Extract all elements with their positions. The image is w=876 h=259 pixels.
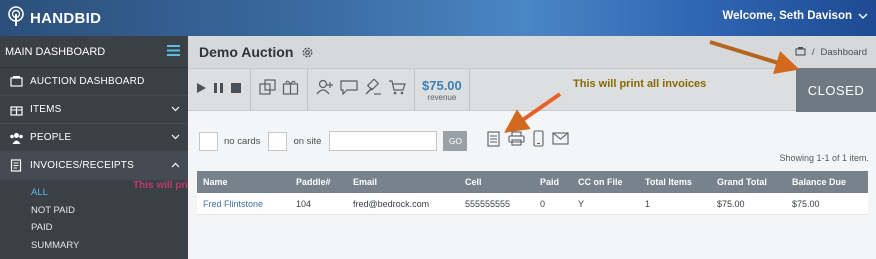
- hamburger-menu-icon[interactable]: [167, 43, 180, 61]
- sidebar-item-label: PEOPLE: [30, 132, 72, 143]
- sidebar-header: MAIN DASHBOARD: [0, 36, 188, 68]
- handbid-logo-icon: [6, 5, 26, 32]
- sidebar-item-label: ITEMS: [30, 104, 62, 115]
- revenue-summary: $75.00 revenue: [415, 69, 470, 110]
- duplicate-icon[interactable]: [259, 79, 276, 100]
- stop-icon[interactable]: [230, 81, 242, 99]
- chat-icon[interactable]: [340, 79, 358, 100]
- home-icon[interactable]: [795, 46, 806, 59]
- chevron-down-icon: [171, 132, 180, 143]
- col-balance-due[interactable]: Balance Due: [786, 177, 868, 187]
- col-grand-total[interactable]: Grand Total: [711, 177, 786, 187]
- add-user-icon[interactable]: [316, 79, 334, 100]
- invoices-subnav: ALL NOT PAID PAID SUMMARY: [0, 180, 188, 254]
- pause-icon[interactable]: [213, 81, 224, 99]
- welcome-text: Welcome, Seth Davison: [722, 10, 852, 22]
- top-bar: HANDBID Welcome, Seth Davison: [0, 0, 876, 36]
- cell-cc-on-file: Y: [578, 198, 585, 209]
- sidebar-item-label: INVOICES/RECEIPTS: [30, 160, 134, 171]
- chevron-down-icon: [858, 10, 868, 22]
- playback-controls: [188, 69, 251, 110]
- print-icon[interactable]: [508, 131, 525, 151]
- sidebar: MAIN DASHBOARD AUCTION DASHBOARD ITEMS P…: [0, 36, 188, 259]
- item-tools: [251, 69, 308, 110]
- sidebar-item-invoices[interactable]: INVOICES/RECEIPTS: [0, 152, 188, 180]
- sidebar-title: MAIN DASHBOARD: [5, 45, 106, 58]
- gear-icon[interactable]: [301, 46, 314, 59]
- people-icon: [8, 132, 24, 144]
- breadcrumb-separator: /: [811, 47, 815, 58]
- sidebar-item-people[interactable]: PEOPLE: [0, 124, 188, 152]
- col-cell[interactable]: Cell: [459, 177, 534, 187]
- col-paid[interactable]: Paid: [534, 177, 572, 187]
- receipt-icon: [8, 159, 24, 172]
- subnav-item-summary[interactable]: SUMMARY: [0, 237, 188, 255]
- document-icon[interactable]: [487, 130, 500, 152]
- table-row: Fred Flintstone 104 fred@bedrock.com 555…: [197, 193, 868, 215]
- cart-icon[interactable]: [388, 79, 406, 100]
- breadcrumb-dashboard[interactable]: Dashboard: [821, 47, 867, 58]
- col-total-items[interactable]: Total Items: [639, 177, 711, 187]
- invoice-actions: [487, 130, 569, 152]
- toolbar: $75.00 revenue This will print all invoi…: [188, 68, 876, 112]
- cell-cell: 555555555: [465, 198, 511, 209]
- col-name[interactable]: Name: [197, 177, 290, 187]
- gift-icon: [8, 103, 24, 116]
- filter-row: no cards on site GO: [199, 130, 569, 152]
- sidebar-item-auction-dashboard[interactable]: AUCTION DASHBOARD: [0, 68, 188, 96]
- revenue-label: revenue: [427, 92, 457, 102]
- cell-balance-due: $75.00: [792, 198, 820, 209]
- auction-icon: [8, 75, 24, 88]
- no-cards-checkbox[interactable]: [199, 131, 218, 151]
- cell-paddle: 104: [296, 198, 312, 209]
- chevron-down-icon: [171, 104, 180, 115]
- chevron-up-icon: [171, 160, 180, 171]
- subnav-item-not-paid[interactable]: NOT PAID: [0, 202, 188, 220]
- cell-grand-total: $75.00: [717, 198, 745, 209]
- breadcrumb: / Dashboard: [795, 46, 867, 59]
- email-icon[interactable]: [552, 132, 569, 150]
- go-button[interactable]: GO: [443, 131, 468, 151]
- on-site-label: on site: [293, 135, 322, 147]
- col-cc-on-file[interactable]: CC on File: [572, 177, 639, 187]
- cell-email: fred@bedrock.com: [353, 198, 430, 209]
- no-cards-label: no cards: [224, 135, 261, 147]
- user-menu[interactable]: Welcome, Seth Davison: [722, 10, 868, 22]
- brand-logo[interactable]: HANDBID: [6, 5, 101, 31]
- sidebar-item-label: AUCTION DASHBOARD: [30, 76, 145, 87]
- col-paddle[interactable]: Paddle#: [290, 177, 347, 187]
- invoices-table: Name Paddle# Email Cell Paid CC on File …: [197, 171, 868, 215]
- cell-total-items: 1: [645, 198, 651, 209]
- cell-name[interactable]: Fred Flintstone: [197, 199, 290, 209]
- on-site-checkbox[interactable]: [268, 131, 288, 151]
- brand-name: HANDBID: [30, 9, 102, 27]
- results-count: Showing 1-1 of 1 item.: [779, 153, 869, 163]
- gift-icon[interactable]: [282, 79, 299, 100]
- auction-status-badge: CLOSED: [796, 68, 876, 112]
- title-bar: Demo Auction: [188, 36, 876, 68]
- print-annotation-text: This will print all invoices: [573, 78, 707, 90]
- people-tools: [308, 69, 415, 110]
- search-input[interactable]: [329, 131, 438, 151]
- gavel-icon[interactable]: [364, 78, 382, 100]
- page-title: Demo Auction: [199, 44, 294, 60]
- play-icon[interactable]: [196, 81, 207, 99]
- sidebar-item-items[interactable]: ITEMS: [0, 96, 188, 124]
- revenue-amount: $75.00: [422, 77, 462, 93]
- table-header: Name Paddle# Email Cell Paid CC on File …: [197, 171, 868, 193]
- subnav-item-paid[interactable]: PAID: [0, 219, 188, 237]
- cell-paid: 0: [540, 198, 546, 209]
- col-email[interactable]: Email: [347, 177, 459, 187]
- mobile-icon[interactable]: [533, 130, 544, 152]
